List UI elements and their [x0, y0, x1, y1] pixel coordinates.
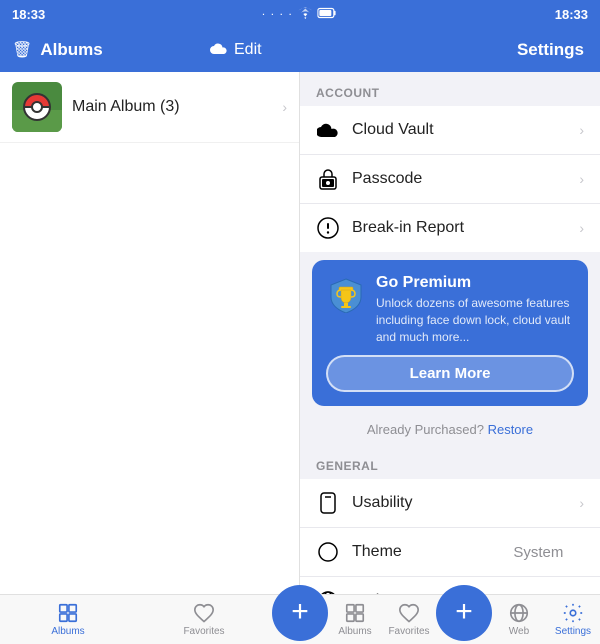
theme-label: Theme: [352, 543, 501, 561]
passcode-icon: [316, 167, 340, 191]
battery-icon: [318, 7, 338, 22]
theme-item[interactable]: Theme System ›: [300, 528, 600, 577]
premium-title: Go Premium: [376, 274, 574, 292]
usability-label: Usability: [352, 494, 567, 512]
tab-albums-left[interactable]: Albums: [0, 595, 136, 644]
cloud-icon: [210, 42, 228, 58]
general-settings-group: Usability › Theme System ›: [300, 479, 600, 594]
breakin-report-item[interactable]: Break-in Report ›: [300, 204, 600, 252]
trash-icon[interactable]: 🗑: [12, 40, 32, 60]
plus-icon-right: +: [455, 597, 473, 627]
account-section-header: ACCOUNT: [300, 72, 600, 106]
breakin-report-label: Break-in Report: [352, 219, 567, 237]
settings-title: Settings: [400, 40, 600, 60]
trophy-shield-icon: [326, 274, 366, 314]
passcode-label: Passcode: [352, 170, 567, 188]
plus-icon-left: +: [291, 597, 309, 627]
album-item[interactable]: Main Album (3) ›: [0, 72, 299, 143]
already-purchased: Already Purchased? Restore: [300, 414, 600, 445]
general-section-header: GENERAL: [300, 445, 600, 479]
passcode-item[interactable]: Passcode ›: [300, 155, 600, 204]
main-content: Main Album (3) › ACCOUNT Cloud Vault ›: [0, 72, 600, 594]
theme-value: System: [513, 544, 563, 561]
premium-description: Unlock dozens of awesome features includ…: [376, 295, 574, 345]
tab-albums-left-label: Albums: [51, 626, 84, 637]
passcode-chevron-icon: ›: [579, 171, 584, 187]
learn-more-button[interactable]: Learn More: [326, 355, 574, 392]
breakin-report-icon: [316, 216, 340, 240]
album-info: Main Album (3): [72, 98, 272, 116]
tab-settings-right-label: Settings: [555, 626, 591, 637]
tab-bar-middle: +: [272, 595, 328, 644]
restore-link[interactable]: Restore: [488, 422, 534, 437]
tab-favorites-right[interactable]: Favorites: [382, 595, 436, 644]
cloud-vault-label: Cloud Vault: [352, 121, 567, 139]
cloud-vault-chevron-icon: ›: [579, 122, 584, 138]
tab-bar-left: Albums Favorites: [0, 595, 272, 644]
tab-favorites-left[interactable]: Favorites: [136, 595, 272, 644]
premium-banner: Go Premium Unlock dozens of awesome feat…: [312, 260, 588, 406]
status-center: · · · ·: [262, 7, 337, 22]
tab-bar-right: Albums Favorites + Web: [328, 595, 600, 644]
breakin-report-chevron-icon: ›: [579, 220, 584, 236]
already-purchased-text: Already Purchased?: [367, 422, 484, 437]
status-bar: 18:33 · · · · 18:33: [0, 0, 600, 28]
header-center[interactable]: Edit: [200, 41, 400, 59]
theme-icon: [316, 540, 340, 564]
premium-text: Go Premium Unlock dozens of awesome feat…: [376, 274, 574, 345]
usability-icon: [316, 491, 340, 515]
app-header: 🗑 Albums Edit Settings: [0, 28, 600, 72]
settings-panel: ACCOUNT Cloud Vault ›: [300, 72, 600, 594]
usability-item[interactable]: Usability ›: [300, 479, 600, 528]
tab-web-right-label: Web: [509, 626, 529, 637]
status-time-right: 18:33: [555, 7, 588, 22]
album-name: Main Album (3): [72, 98, 180, 115]
cloud-vault-icon: [316, 118, 340, 142]
wifi-icon: [298, 7, 314, 22]
signal-dots: · · · ·: [262, 10, 293, 19]
tab-center-right: +: [436, 595, 492, 644]
edit-button[interactable]: Edit: [234, 41, 262, 59]
album-thumbnail: [12, 82, 62, 132]
left-panel: Main Album (3) ›: [0, 72, 300, 594]
tab-settings-right[interactable]: Settings: [546, 595, 600, 644]
usability-chevron-icon: ›: [579, 495, 584, 511]
cloud-vault-item[interactable]: Cloud Vault ›: [300, 106, 600, 155]
tab-favorites-right-label: Favorites: [388, 626, 429, 637]
tab-albums-right[interactable]: Albums: [328, 595, 382, 644]
album-chevron-icon: ›: [282, 99, 287, 115]
tab-favorites-left-label: Favorites: [183, 626, 224, 637]
tab-web-right[interactable]: Web: [492, 595, 546, 644]
add-button-right[interactable]: +: [436, 585, 492, 641]
add-button-left[interactable]: +: [272, 585, 328, 641]
header-left: 🗑 Albums: [0, 40, 200, 60]
premium-top: Go Premium Unlock dozens of awesome feat…: [326, 274, 574, 345]
albums-title: Albums: [40, 40, 102, 60]
account-settings-group: Cloud Vault › Passcode ›: [300, 106, 600, 252]
status-time-left: 18:33: [12, 7, 45, 22]
tab-bar: Albums Favorites + Albums: [0, 594, 600, 644]
tab-albums-right-label: Albums: [338, 626, 371, 637]
pokeball-image: [23, 93, 51, 121]
